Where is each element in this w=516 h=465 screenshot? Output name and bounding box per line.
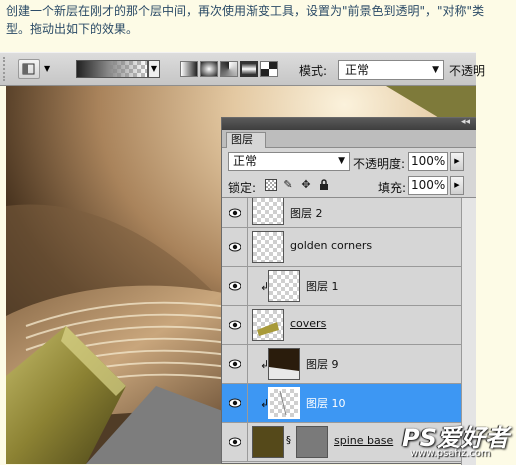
layers-panel: ◂◂ 图层 正常 ▼ 不透明度: 100% ▶ 锁定: ✎ ✥ 填充: 100%… xyxy=(221,117,476,465)
toolbar-grip[interactable] xyxy=(3,57,11,81)
reflected-gradient-button[interactable] xyxy=(240,61,258,77)
tab-layers[interactable]: 图层 xyxy=(226,132,266,148)
mode-value: 正常 xyxy=(345,63,370,77)
eye-icon xyxy=(229,437,241,447)
lock-row: 锁定: ✎ ✥ 填充: 100% ▶ xyxy=(222,174,476,198)
layer-thumbnail xyxy=(252,198,284,225)
layer-opacity-label: 不透明度: xyxy=(353,157,406,171)
layer-row[interactable]: ↲ 图层 9 xyxy=(222,345,462,384)
visibility-toggle[interactable] xyxy=(222,384,248,422)
intro-line-2: 型。拖动出如下的效果。 xyxy=(6,22,139,36)
layer-name: 图层 9 xyxy=(306,358,339,371)
layer-row[interactable]: 图层 2 xyxy=(222,198,462,228)
tool-preset-button[interactable] xyxy=(18,59,40,79)
layer-name: 图层 2 xyxy=(290,206,323,220)
gradient-picker-arrow-icon[interactable]: ▼ xyxy=(148,60,160,78)
lock-label: 锁定: xyxy=(228,181,257,195)
blend-row: 正常 ▼ 不透明度: 100% ▶ xyxy=(222,148,476,174)
eye-icon xyxy=(229,242,241,252)
lock-paint-brush-icon[interactable]: ✎ xyxy=(282,179,294,191)
tool-preset-arrow-icon[interactable]: ▼ xyxy=(44,64,50,73)
fill-slider-arrow-icon[interactable]: ▶ xyxy=(450,176,464,195)
fill-label: 填充: xyxy=(378,181,407,195)
gradient-swatch[interactable] xyxy=(76,60,148,78)
eye-icon xyxy=(229,320,241,330)
layer-name: spine base xyxy=(334,434,394,447)
layer-mask-thumbnail xyxy=(296,426,328,458)
diamond-gradient-button[interactable] xyxy=(260,61,278,77)
layer-row[interactable]: golden corners xyxy=(222,228,462,267)
layer-row[interactable]: covers xyxy=(222,306,462,345)
watermark-url: www.psahz.com xyxy=(410,448,491,459)
eye-icon xyxy=(229,398,241,408)
radial-gradient-button[interactable] xyxy=(200,61,218,77)
layer-name: 图层 10 xyxy=(306,397,346,410)
layer-thumbnail xyxy=(268,387,300,419)
visibility-toggle[interactable] xyxy=(222,306,248,344)
link-chain-icon: § xyxy=(286,435,291,446)
eye-icon xyxy=(229,359,241,369)
visibility-toggle[interactable] xyxy=(222,267,248,305)
opacity-slider-arrow-icon[interactable]: ▶ xyxy=(450,152,464,171)
chevron-down-icon: ▼ xyxy=(338,156,345,166)
layer-opacity-input[interactable]: 100% xyxy=(408,152,448,171)
angle-gradient-button[interactable] xyxy=(220,61,238,77)
layer-thumbnail xyxy=(268,270,300,302)
blend-mode-value: 正常 xyxy=(233,154,258,168)
layer-thumbnail xyxy=(268,348,300,380)
visibility-toggle[interactable] xyxy=(222,423,248,461)
fill-input[interactable]: 100% xyxy=(408,176,448,195)
panel-tab-bar: 图层 xyxy=(222,130,476,148)
mode-select[interactable]: 正常 ▼ xyxy=(338,60,444,80)
mode-label: 模式: xyxy=(299,64,328,78)
layer-row[interactable]: ↲ 图层 1 xyxy=(222,267,462,306)
visibility-toggle[interactable] xyxy=(222,345,248,383)
layer-thumbnail xyxy=(252,309,284,341)
blend-mode-select[interactable]: 正常 ▼ xyxy=(228,152,350,171)
layer-name: 图层 1 xyxy=(306,280,339,293)
linear-gradient-button[interactable] xyxy=(180,61,198,77)
opacity-label: 不透明 xyxy=(449,64,486,78)
visibility-toggle[interactable] xyxy=(222,198,248,227)
eye-icon xyxy=(229,208,241,217)
intro-line-1: 创建一个新层在刚才的那个层中间，再次使用渐变工具，设置为"前景色到透明"，"对称… xyxy=(6,4,485,18)
lock-position-move-icon[interactable]: ✥ xyxy=(300,179,312,191)
collapse-icon[interactable]: ◂◂ xyxy=(461,117,470,127)
lock-transparent-icon[interactable] xyxy=(265,179,277,191)
visibility-toggle[interactable] xyxy=(222,228,248,266)
layer-thumbnail xyxy=(252,231,284,263)
chevron-down-icon: ▼ xyxy=(432,65,439,75)
gradient-options-bar: ▼ ▼ 模式: 正常 ▼ 不透明 xyxy=(0,52,485,86)
gradient-tool-icon xyxy=(22,63,35,75)
layer-name: golden corners xyxy=(290,239,373,252)
layer-thumbnail xyxy=(252,426,284,458)
lock-all-icon[interactable] xyxy=(318,179,330,191)
layer-name: covers xyxy=(290,317,327,330)
watermark-logo: PS爱好者 www.psahz.com xyxy=(402,418,512,462)
panel-title-bar[interactable]: ◂◂ xyxy=(222,117,476,130)
intro-text: 创建一个新层在刚才的那个层中间，再次使用渐变工具，设置为"前景色到透明"，"对称… xyxy=(6,2,512,38)
eye-icon xyxy=(229,281,241,291)
